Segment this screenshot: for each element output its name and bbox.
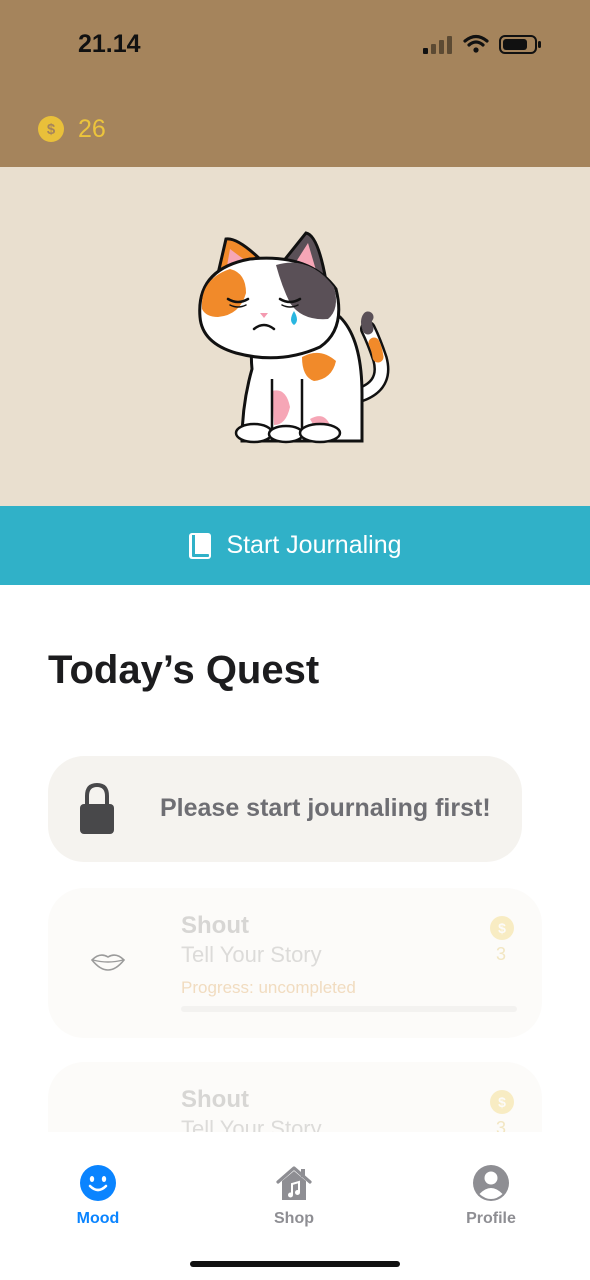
quest-card[interactable]: Shout Tell Your Story $ 3 — [48, 1062, 542, 1132]
quest-card-subtitle: Tell Your Story — [181, 1116, 322, 1132]
quest-progress-bar — [181, 1006, 517, 1012]
quest-card-title: Shout — [181, 912, 249, 939]
coin-icon: $ — [490, 916, 514, 940]
quest-card[interactable]: Shout Tell Your Story Progress: uncomple… — [48, 888, 542, 1038]
smiley-icon — [80, 1165, 116, 1201]
coin-balance: $ 26 — [38, 114, 106, 144]
sad-cat-illustration — [198, 231, 390, 444]
quest-card-title: Shout — [181, 1086, 249, 1113]
wifi-icon — [463, 34, 489, 53]
battery-icon — [499, 35, 541, 54]
coin-icon: $ — [490, 1090, 514, 1114]
coin-count: 26 — [78, 114, 106, 143]
shop-icon — [276, 1166, 312, 1200]
tab-shop-label: Shop — [274, 1210, 314, 1227]
status-time: 21.14 — [78, 30, 141, 58]
tab-bar: Mood Shop Profile — [0, 1132, 590, 1280]
tab-mood-label: Mood — [76, 1210, 120, 1227]
profile-icon — [473, 1165, 509, 1201]
book-icon — [189, 532, 212, 559]
quest-card-reward: 3 — [496, 944, 507, 964]
status-icons — [423, 34, 541, 54]
tab-mood[interactable]: Mood — [48, 1164, 148, 1228]
tab-shop[interactable]: Shop — [244, 1164, 344, 1228]
quest-title: Today’s Quest — [48, 648, 320, 692]
mood-hero — [0, 167, 590, 506]
top-header: 21.14 $ 26 — [0, 0, 590, 167]
coin-icon: $ — [38, 116, 64, 142]
start-journaling-button[interactable]: Start Journaling — [0, 506, 590, 585]
locked-message: Please start journaling first! — [160, 794, 491, 822]
quest-card-progress: Progress: uncompleted — [181, 978, 356, 997]
signal-icon — [423, 36, 452, 54]
locked-quest-banner: Please start journaling first! — [48, 756, 522, 862]
start-journaling-label: Start Journaling — [226, 531, 402, 559]
quest-card-reward: 3 — [496, 1118, 507, 1132]
tab-profile-label: Profile — [466, 1210, 516, 1227]
quest-card-subtitle: Tell Your Story — [181, 942, 322, 967]
lips-icon — [90, 954, 126, 971]
lock-icon — [80, 782, 114, 834]
home-indicator[interactable] — [190, 1261, 400, 1267]
tab-profile[interactable]: Profile — [441, 1164, 541, 1228]
